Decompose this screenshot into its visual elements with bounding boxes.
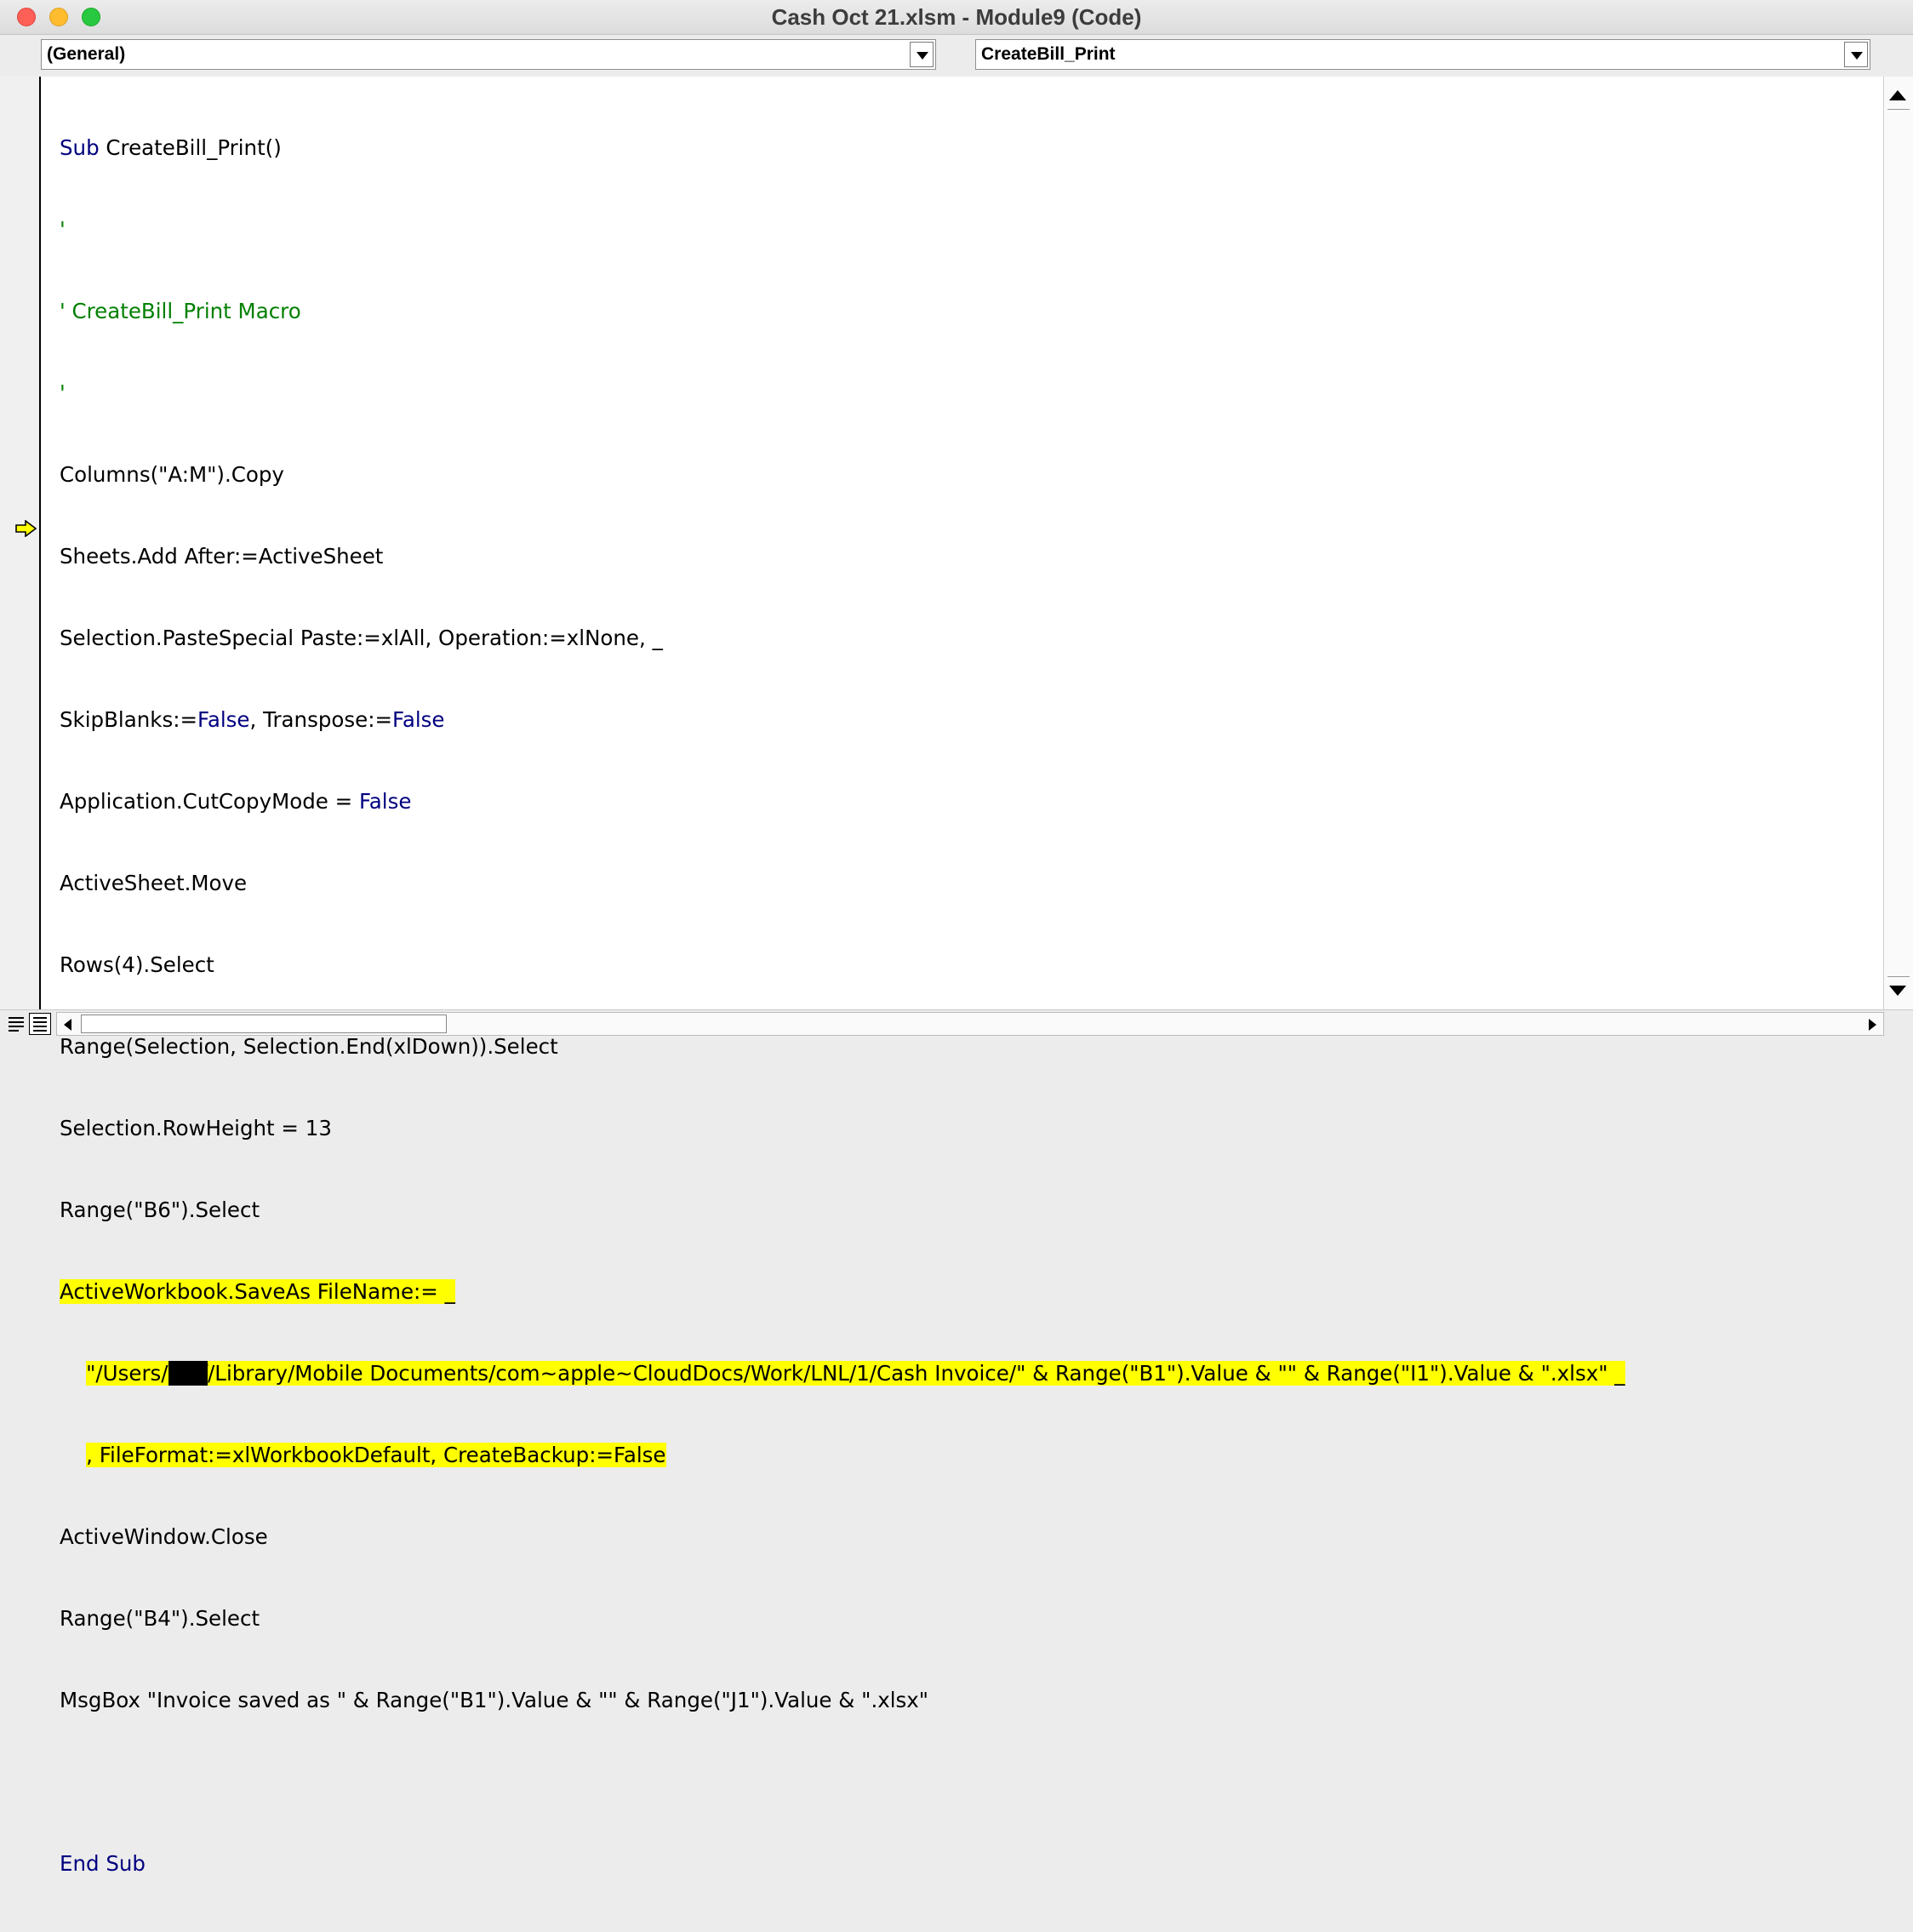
code-line: Range("B4").Select bbox=[60, 1606, 260, 1631]
code-window-toolbar: (General) CreateBill_Print bbox=[0, 35, 1913, 76]
code-line: Sheets.Add After:=ActiveSheet bbox=[60, 544, 384, 569]
scroll-left-arrow-icon[interactable] bbox=[64, 1019, 71, 1031]
code-line: Selection.PasteSpecial Paste:=xlAll, Ope… bbox=[60, 626, 663, 650]
object-dropdown[interactable]: (General) bbox=[41, 39, 936, 70]
procedure-dropdown[interactable]: CreateBill_Print bbox=[975, 39, 1870, 70]
code-line: End Sub bbox=[60, 1851, 146, 1876]
code-line: SkipBlanks:=False, Transpose:=False bbox=[60, 706, 1625, 734]
object-dropdown-value: (General) bbox=[47, 44, 126, 64]
code-line: Selection.RowHeight = 13 bbox=[60, 1116, 332, 1140]
code-line: Application.CutCopyMode = False bbox=[60, 788, 1625, 815]
code-line: Columns("A:M").Copy bbox=[60, 462, 284, 487]
horizontal-scroll-thumb[interactable] bbox=[81, 1015, 447, 1033]
code-text-run: CreateBill_Print() bbox=[99, 135, 282, 160]
keyword: False bbox=[392, 707, 445, 732]
keyword: Sub bbox=[60, 135, 100, 160]
execution-arrow-icon bbox=[15, 520, 37, 537]
code-text-run: , Transpose:= bbox=[249, 707, 392, 732]
code-line: MsgBox "Invoice saved as " & Range("B1")… bbox=[60, 1688, 929, 1712]
keyword: False bbox=[197, 707, 250, 732]
redacted-username: nnif bbox=[168, 1361, 208, 1386]
highlighted-statement: "/Users/nnif/Library/Mobile Documents/co… bbox=[86, 1361, 1625, 1386]
code-text-run: Application.CutCopyMode = bbox=[60, 789, 359, 814]
keyword: False bbox=[358, 789, 412, 814]
procedure-dropdown-value: CreateBill_Print bbox=[981, 44, 1116, 64]
scroll-right-arrow-icon[interactable] bbox=[1869, 1019, 1876, 1031]
scroll-up-arrow-icon[interactable] bbox=[1889, 90, 1906, 100]
full-module-view-icon[interactable] bbox=[29, 1013, 51, 1035]
comment-line: ' bbox=[60, 217, 66, 242]
code-line: ActiveSheet.Move bbox=[60, 871, 248, 895]
scroll-down-arrow-icon[interactable] bbox=[1889, 986, 1906, 996]
code-line: Range("B6").Select bbox=[60, 1197, 260, 1222]
scrollbar-divider bbox=[1887, 109, 1910, 110]
code-line: ActiveWorkbook.SaveAs FileName:= _ bbox=[60, 1278, 1625, 1306]
code-line: Rows(4).Select bbox=[60, 952, 214, 977]
margin-indicator-bar[interactable] bbox=[0, 77, 41, 1009]
code-text-run: SkipBlanks:= bbox=[60, 707, 197, 732]
highlighted-statement: , FileFormat:=xlWorkbookDefault, CreateB… bbox=[86, 1443, 666, 1467]
code-text[interactable]: Sub CreateBill_Print() ' ' CreateBill_Pr… bbox=[60, 80, 1625, 1932]
code-text-run: "/Users/ bbox=[86, 1361, 168, 1386]
comment-line: ' bbox=[60, 380, 66, 405]
vertical-scrollbar[interactable] bbox=[1883, 77, 1913, 1009]
code-line: Sub CreateBill_Print() bbox=[60, 134, 1625, 162]
code-window-footer bbox=[0, 1009, 1913, 1037]
chevron-down-icon[interactable] bbox=[1844, 42, 1868, 67]
scrollbar-divider bbox=[1887, 976, 1910, 977]
code-line: , FileFormat:=xlWorkbookDefault, CreateB… bbox=[60, 1442, 1625, 1469]
procedure-view-icon[interactable] bbox=[5, 1013, 27, 1035]
code-text-run: /Library/Mobile Documents/com~apple~Clou… bbox=[208, 1361, 1625, 1386]
title-bar: Cash Oct 21.xlsm - Module9 (Code) bbox=[0, 0, 1913, 35]
horizontal-scrollbar[interactable] bbox=[56, 1012, 1884, 1036]
code-line: ActiveWindow.Close bbox=[60, 1524, 268, 1549]
code-editor[interactable]: Sub CreateBill_Print() ' ' CreateBill_Pr… bbox=[0, 77, 1913, 1876]
chevron-down-icon[interactable] bbox=[910, 42, 934, 67]
window-title: Cash Oct 21.xlsm - Module9 (Code) bbox=[771, 4, 1142, 30]
highlighted-statement: ActiveWorkbook.SaveAs FileName:= _ bbox=[60, 1279, 455, 1304]
code-line: "/Users/nnif/Library/Mobile Documents/co… bbox=[60, 1360, 1625, 1387]
comment-line: ' CreateBill_Print Macro bbox=[60, 299, 301, 323]
